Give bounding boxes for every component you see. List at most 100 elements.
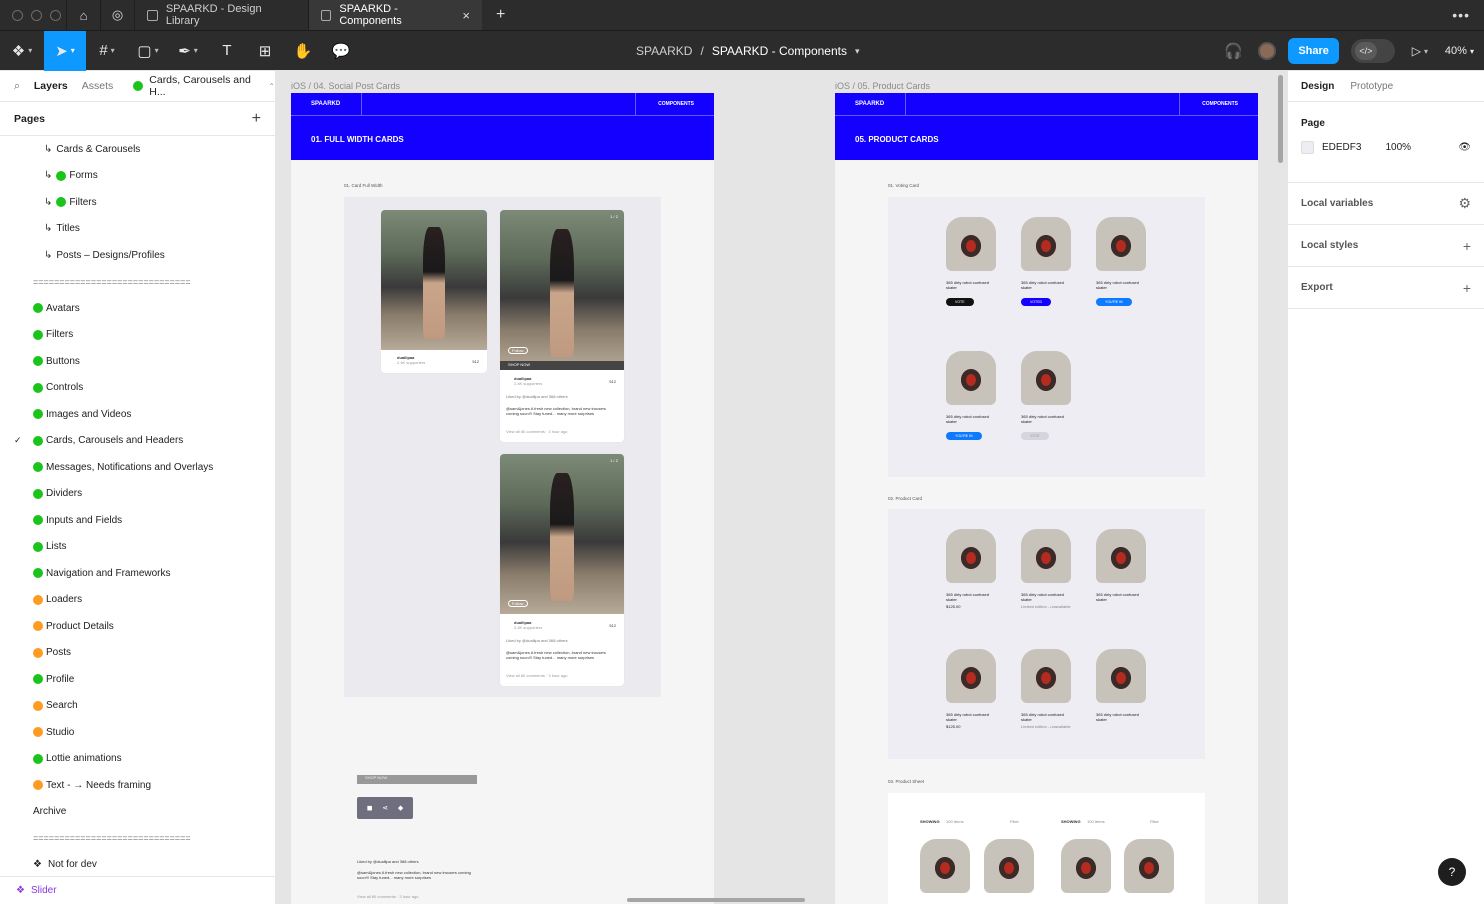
avatar[interactable] xyxy=(1258,42,1277,60)
comments-link[interactable]: View all 80 comments · 3 hour ago xyxy=(357,894,419,899)
close-icon[interactable]: × xyxy=(462,8,470,23)
page-item[interactable]: ↳ Posts – Designs/Profiles xyxy=(0,242,275,269)
local-variables-label[interactable]: Local variables xyxy=(1301,198,1373,209)
frame-product-cards[interactable]: SPAARKD COMPONENTS 05. PRODUCT CARDS 01.… xyxy=(835,93,1258,904)
product-card[interactable]: 365 dirty robot confused skater $125.00 xyxy=(946,529,996,610)
pen-tool-button[interactable]: ✒ ▾ xyxy=(168,31,208,71)
voting-card[interactable]: 365 dirty robot confused skater YOU'RE IN xyxy=(1096,217,1146,308)
tab-design-library[interactable]: SPAARKD - Design Library xyxy=(134,0,308,30)
comment-tool-button[interactable]: 💬 xyxy=(322,31,360,71)
product-card[interactable]: 365 dirty robot confused skater $125.00 xyxy=(946,649,996,730)
page-item[interactable]: Product Details xyxy=(0,613,275,640)
tag-icon[interactable]: ◆ xyxy=(398,804,403,812)
youre-in-button[interactable]: YOU'RE IN xyxy=(946,432,982,441)
page-item[interactable]: Filters xyxy=(0,322,275,349)
frame-label[interactable]: iOS / 05. Product Cards xyxy=(835,81,930,91)
shop-now-bar[interactable]: SHOP NOW xyxy=(357,775,477,784)
sheet-product[interactable] xyxy=(920,839,970,893)
sliders-icon[interactable]: ⚙ xyxy=(1458,195,1471,212)
action-bar[interactable]: ◼ ⋖ ◆ xyxy=(357,797,413,819)
product-card[interactable]: 365 dirty robot confused skater Limited e… xyxy=(1021,649,1071,730)
canvas[interactable]: iOS / 04. Social Post Cards SPAARKD COMP… xyxy=(277,71,1286,904)
page-item[interactable]: Text - → Needs framing xyxy=(0,772,275,799)
plus-icon[interactable]: + xyxy=(1463,280,1471,296)
tab-components[interactable]: SPAARKD - Components × xyxy=(308,0,482,30)
page-opacity-value[interactable]: 100% xyxy=(1385,142,1411,153)
shape-tool-button[interactable]: ▢ ▾ xyxy=(128,31,168,71)
tab-design[interactable]: Design xyxy=(1301,81,1334,92)
present-button[interactable]: ▷ ▾ xyxy=(1407,31,1433,71)
frame-tool-button[interactable]: # ▾ xyxy=(86,31,128,71)
zoom-level[interactable]: 40% ▾ xyxy=(1445,45,1474,57)
current-page-selector[interactable]: Cards, Carousels and H... ⌃ xyxy=(133,74,275,98)
tab-layers[interactable]: Layers xyxy=(34,80,68,92)
follow-button[interactable]: Follow xyxy=(508,347,528,355)
horizontal-scrollbar[interactable] xyxy=(627,898,805,902)
page-item[interactable]: Posts xyxy=(0,640,275,667)
file-name[interactable]: SPAARKD - Components xyxy=(712,44,847,58)
resources-button[interactable]: ⊞ xyxy=(246,31,284,71)
hand-tool-button[interactable]: ✋ xyxy=(284,31,322,71)
product-card[interactable]: 365 dirty robot confused skater Limited e… xyxy=(1021,529,1071,610)
page-item[interactable]: Lists xyxy=(0,534,275,561)
headphones-icon[interactable]: 🎧 xyxy=(1220,31,1246,71)
shop-now-bar[interactable]: SHOP NOW xyxy=(500,361,624,370)
page-separator[interactable]: ============================== xyxy=(0,269,275,296)
move-tool-button[interactable]: ➤ ▾ xyxy=(44,30,86,71)
layer-slider[interactable]: ❖ Slider xyxy=(0,876,275,904)
tab-assets[interactable]: Assets xyxy=(82,80,114,92)
page-item[interactable]: ↳ Titles xyxy=(0,216,275,243)
plus-icon[interactable]: + xyxy=(1463,238,1471,254)
page-item[interactable]: ↳ Filters xyxy=(0,189,275,216)
frame-social-post-cards[interactable]: SPAARKD COMPONENTS 01. FULL WIDTH CARDS … xyxy=(291,93,714,904)
product-card[interactable]: 365 dirty robot confused skater xyxy=(1096,529,1146,602)
voting-card[interactable]: 365 dirty robot confused skater VOTE xyxy=(946,217,996,308)
globe-icon[interactable]: ◎ xyxy=(100,0,134,30)
page-item[interactable]: Controls xyxy=(0,375,275,402)
share-icon[interactable]: ⋖ xyxy=(382,804,388,812)
page-item[interactable]: ↳ Forms xyxy=(0,163,275,190)
filter-button[interactable]: Filter xyxy=(1150,819,1159,824)
tab-prototype[interactable]: Prototype xyxy=(1350,81,1393,92)
search-icon[interactable]: ⌕ xyxy=(14,80,20,93)
add-page-button[interactable]: + xyxy=(252,110,261,128)
page-item[interactable]: ❖ Not for dev xyxy=(0,852,275,879)
voted-button[interactable]: VOTED xyxy=(1021,298,1052,307)
comments-link[interactable]: View all 80 comments · 3 hour ago xyxy=(506,429,568,434)
color-swatch[interactable] xyxy=(1301,141,1314,154)
text-tool-button[interactable]: T xyxy=(208,31,246,71)
frame-label[interactable]: iOS / 04. Social Post Cards xyxy=(291,81,400,91)
home-icon[interactable]: ⌂ xyxy=(66,0,100,30)
page-item[interactable]: ↳ Cards & Carousels xyxy=(0,136,275,163)
page-item[interactable]: Loaders xyxy=(0,587,275,614)
vote-button-disabled[interactable]: VOTE xyxy=(1021,432,1049,441)
export-label[interactable]: Export xyxy=(1301,282,1333,293)
page-item[interactable]: Studio xyxy=(0,719,275,746)
page-item[interactable]: Avatars xyxy=(0,295,275,322)
page-item[interactable]: Dividers xyxy=(0,481,275,508)
post-card-small[interactable]: duallipaa 2.4K supporters 512 xyxy=(381,210,487,373)
eye-icon[interactable]: 👁 xyxy=(1458,142,1471,153)
help-button[interactable]: ? xyxy=(1438,858,1466,886)
post-card-large[interactable]: 1 / 2 Follow duallipaa 2.4K supporters 51… xyxy=(500,454,624,686)
close-window-button[interactable] xyxy=(12,9,23,21)
filter-button[interactable]: Filter xyxy=(1010,819,1019,824)
page-item[interactable]: Lottie animations xyxy=(0,746,275,773)
page-item[interactable]: ✓ Cards, Carousels and Headers xyxy=(0,428,275,455)
minimize-window-button[interactable] xyxy=(31,9,42,21)
youre-in-button[interactable]: YOU'RE IN xyxy=(1096,298,1132,307)
page-item[interactable]: Messages, Notifications and Overlays xyxy=(0,454,275,481)
page-item[interactable]: Profile xyxy=(0,666,275,693)
page-separator[interactable]: ============================== xyxy=(0,825,275,852)
share-button[interactable]: Share xyxy=(1288,38,1339,64)
page-item[interactable]: Archive xyxy=(0,799,275,826)
chevron-down-icon[interactable]: ▾ xyxy=(855,46,860,57)
comment-icon[interactable]: ◼ xyxy=(367,804,373,812)
team-name[interactable]: SPAARKD xyxy=(636,44,692,58)
page-item[interactable]: Buttons xyxy=(0,348,275,375)
product-card[interactable]: 365 dirty robot confused skater xyxy=(1096,649,1146,722)
voting-card[interactable]: 365 dirty robot confused skater VOTE xyxy=(1021,351,1071,442)
dev-mode-toggle[interactable]: </> xyxy=(1350,39,1395,63)
page-color-value[interactable]: EDEDF3 xyxy=(1322,142,1361,153)
local-styles-label[interactable]: Local styles xyxy=(1301,240,1358,251)
